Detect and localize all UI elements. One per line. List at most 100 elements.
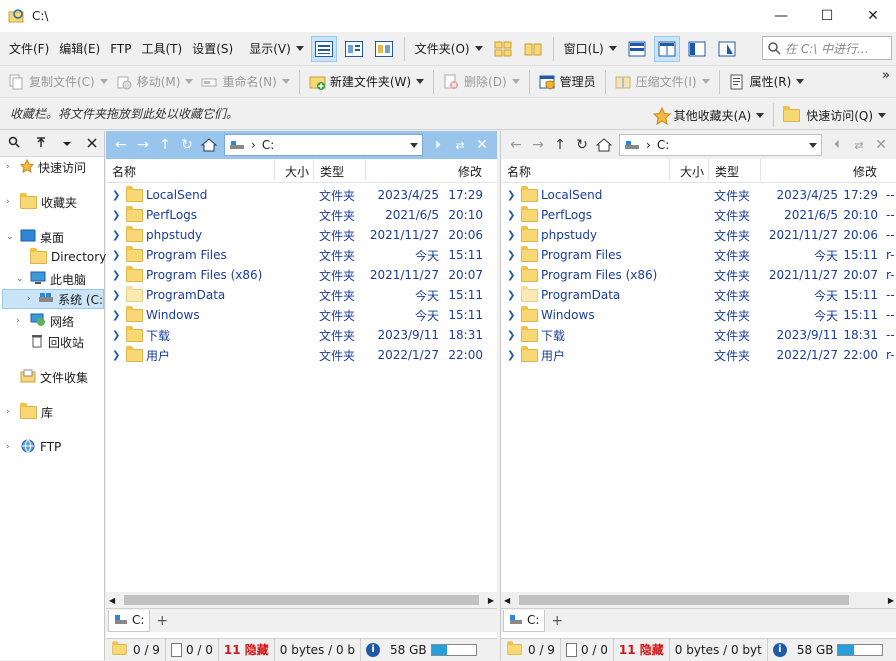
chevron-right-icon[interactable]: ❯: [507, 310, 515, 321]
chevron-right-icon[interactable]: ❯: [507, 250, 515, 261]
path-field[interactable]: › C:: [619, 134, 822, 156]
menu-ftp[interactable]: FTP: [105, 36, 136, 62]
file-row[interactable]: ❯ PerfLogs 文件夹 2021/6/5 20:10: [106, 205, 497, 225]
toolbar-overflow-icon[interactable]: »: [882, 68, 890, 83]
chevron-right-icon[interactable]: ❯: [112, 330, 120, 341]
chevron-down-icon[interactable]: [410, 142, 418, 148]
chevron-right-icon[interactable]: ❯: [112, 190, 120, 201]
chevron-right-icon[interactable]: ❯: [507, 330, 515, 341]
tab-c-drive[interactable]: C:: [503, 609, 546, 632]
chevron-right-icon[interactable]: ❯: [112, 290, 120, 301]
file-row[interactable]: ❯ phpstudy 文件夹 2021/11/27 20:06: [106, 225, 497, 245]
col-modified[interactable]: 修改: [760, 159, 877, 181]
close-pane-icon[interactable]: ✕: [471, 134, 493, 156]
add-tab-icon[interactable]: +: [156, 613, 168, 629]
view-thumbnail-button[interactable]: [371, 36, 397, 62]
info-icon[interactable]: i: [361, 639, 385, 661]
scroll-right-icon[interactable]: ▶: [888, 596, 894, 605]
swap-icon[interactable]: ⇄: [848, 134, 870, 156]
chevron-down-icon[interactable]: [62, 137, 72, 151]
scrollbar-thumb[interactable]: [124, 595, 479, 605]
file-row[interactable]: ❯ Program Files (x86) 文件夹 2021/11/27 20:07: [106, 265, 497, 285]
back-arrow-icon[interactable]: ←: [110, 134, 132, 156]
rename-button[interactable]: 重命名(N): [197, 69, 293, 95]
tab-c-drive[interactable]: C:: [108, 609, 151, 632]
minimize-button[interactable]: —: [758, 0, 804, 32]
file-row[interactable]: ❯ Windows 文件夹 今天 15:11: [106, 305, 497, 325]
add-tab-icon[interactable]: +: [551, 613, 563, 629]
menu-tools[interactable]: 工具(T): [137, 36, 188, 62]
file-row[interactable]: ❯ PerfLogs 文件夹 2021/6/5 20:10 --: [501, 205, 896, 225]
file-row[interactable]: ❯ 下载 文件夹 2023/9/11 18:31 --: [501, 325, 896, 345]
layout-single-button[interactable]: [624, 36, 650, 62]
swap-icon[interactable]: ⇄: [449, 134, 471, 156]
file-row[interactable]: ❯ ProgramData 文件夹 今天 15:11: [106, 285, 497, 305]
chevron-right-icon[interactable]: ❯: [112, 270, 120, 281]
chevron-right-icon[interactable]: ❯: [507, 210, 515, 221]
menu-view[interactable]: 显示(V): [244, 36, 309, 62]
hidden-count[interactable]: 11 隐藏: [614, 638, 670, 661]
file-row[interactable]: ❯ LocalSend 文件夹 2023/4/25 17:29 --: [501, 185, 896, 205]
menu-file[interactable]: 文件(F): [4, 36, 54, 62]
view-details-button[interactable]: [310, 35, 337, 62]
col-modified[interactable]: 修改: [365, 159, 482, 181]
chevron-right-icon[interactable]: ❯: [507, 230, 515, 241]
delete-button[interactable]: 删除(D): [439, 69, 524, 95]
chevron-right-icon[interactable]: ❯: [112, 210, 120, 221]
tree-item-directory[interactable]: Directory: [30, 247, 106, 267]
folders-dual-button[interactable]: [520, 36, 546, 62]
admin-button[interactable]: 管理员: [535, 69, 600, 95]
menu-folders[interactable]: 文件夹(O): [410, 36, 488, 62]
path-field[interactable]: › C:: [224, 134, 423, 156]
scroll-right-icon[interactable]: ▶: [488, 596, 494, 605]
layout-tree-button[interactable]: [684, 36, 710, 62]
chevron-down-icon[interactable]: [809, 142, 817, 148]
properties-button[interactable]: 属性(R): [725, 69, 809, 95]
col-type[interactable]: 类型: [708, 159, 739, 181]
tree-item-this-pc[interactable]: ⌄ 此电脑: [16, 269, 86, 289]
sync-icon[interactable]: ⏴: [826, 134, 848, 156]
menu-settings[interactable]: 设置(S): [187, 36, 238, 62]
horizontal-scrollbar[interactable]: ◀ ▶: [501, 592, 896, 608]
scrollbar-thumb[interactable]: [519, 595, 849, 605]
chevron-right-icon[interactable]: ❯: [507, 290, 515, 301]
menu-window[interactable]: 窗口(L): [559, 36, 622, 62]
sync-icon[interactable]: ⏵: [427, 134, 449, 156]
layout-dual-button[interactable]: [653, 35, 680, 62]
tree-item-recycle-bin[interactable]: 回收站: [30, 332, 84, 352]
close-pane-icon[interactable]: ✕: [870, 134, 892, 156]
close-button[interactable]: ✕: [850, 0, 896, 32]
view-list-button[interactable]: [341, 36, 367, 62]
file-row[interactable]: ❯ 用户 文件夹 2022/1/27 22:00: [106, 345, 497, 365]
tree-item-favorites[interactable]: › 收藏夹: [6, 192, 77, 212]
tree-item-network[interactable]: › 网络: [16, 311, 74, 331]
scroll-left-icon[interactable]: ◀: [109, 596, 115, 605]
file-row[interactable]: ❯ ProgramData 文件夹 今天 15:11 --: [501, 285, 896, 305]
col-size[interactable]: 大小: [274, 159, 309, 181]
tree-item-system-c[interactable]: › 系统 (C:: [2, 289, 104, 309]
file-row[interactable]: ❯ Program Files (x86) 文件夹 2021/11/27 20:07 r-: [501, 265, 896, 285]
file-row[interactable]: ❯ Windows 文件夹 今天 15:11 --: [501, 305, 896, 325]
info-icon[interactable]: i: [768, 639, 792, 661]
chevron-right-icon[interactable]: ❯: [507, 350, 515, 361]
home-icon[interactable]: [198, 134, 220, 156]
folders-grid-button[interactable]: [490, 36, 516, 62]
tree-item-desktop[interactable]: ⌄ 桌面: [6, 227, 64, 247]
search-box[interactable]: 在 C:\ 中进行...: [762, 36, 892, 60]
forward-arrow-icon[interactable]: →: [132, 134, 154, 156]
back-arrow-icon[interactable]: ←: [505, 134, 527, 156]
search-input[interactable]: 在 C:\ 中进行...: [785, 40, 869, 57]
hidden-count[interactable]: 11 隐藏: [219, 638, 275, 661]
move-button[interactable]: 移动(M): [112, 69, 198, 95]
scroll-left-icon[interactable]: ◀: [504, 596, 510, 605]
search-icon[interactable]: [8, 136, 20, 151]
col-name[interactable]: 名称: [507, 163, 531, 180]
horizontal-scrollbar[interactable]: ◀ ▶: [106, 592, 497, 608]
chevron-right-icon[interactable]: ❯: [112, 250, 120, 261]
chevron-right-icon[interactable]: ❯: [112, 230, 120, 241]
compress-button[interactable]: 压缩文件(I): [611, 69, 714, 95]
menu-edit[interactable]: 编辑(E): [54, 36, 105, 62]
col-type[interactable]: 类型: [313, 159, 344, 181]
tree-item-ftp[interactable]: › FTP: [6, 437, 61, 457]
other-favorites-button[interactable]: 其他收藏夹(A): [649, 102, 769, 128]
